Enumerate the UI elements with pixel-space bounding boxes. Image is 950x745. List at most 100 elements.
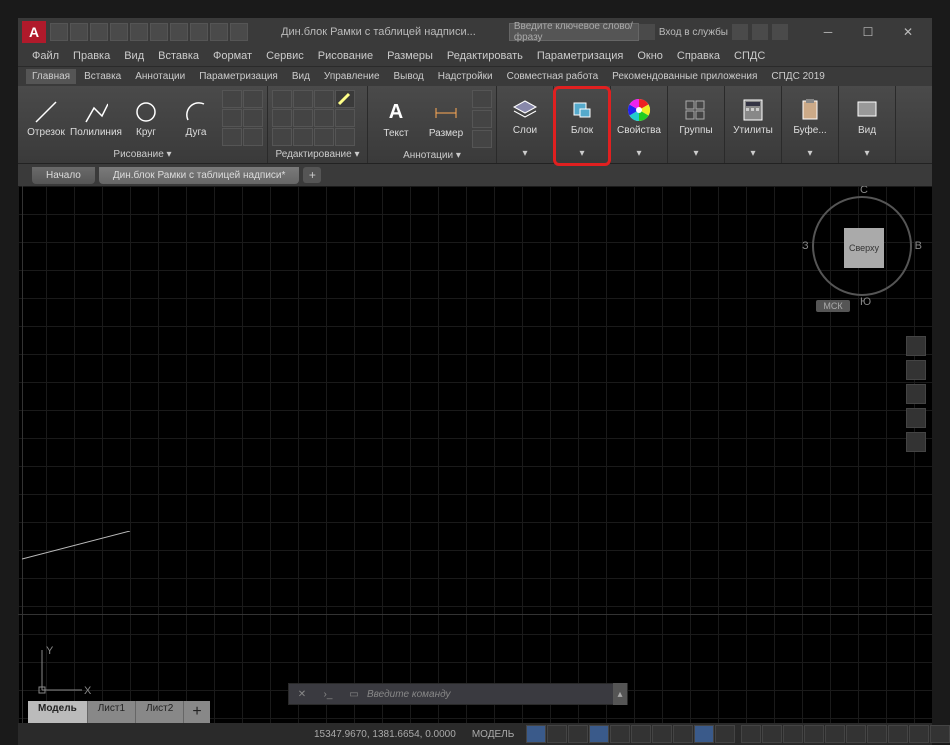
- status-otrack-icon[interactable]: [715, 725, 735, 743]
- edit-explode-icon[interactable]: [335, 109, 355, 127]
- menu-edit[interactable]: Правка: [67, 48, 116, 64]
- qat-plot-icon[interactable]: [130, 23, 148, 41]
- tool-polyline[interactable]: Полилиния: [72, 93, 120, 143]
- user-icon[interactable]: [639, 24, 655, 40]
- tool-line[interactable]: Отрезок: [22, 93, 70, 143]
- command-line[interactable]: ✕ ›_ ▭ Введите команду ▴: [288, 683, 628, 705]
- tool-circle[interactable]: Круг: [122, 93, 170, 143]
- qat-new-icon[interactable]: [50, 23, 68, 41]
- qat-dropdown-icon[interactable]: [230, 23, 248, 41]
- panel-annot-title[interactable]: Аннотации ▾: [370, 150, 494, 161]
- layout-tab-sheet1[interactable]: Лист1: [88, 701, 136, 723]
- status-grid-icon[interactable]: [526, 725, 546, 743]
- tool-clipboard[interactable]: Буфе...: [786, 92, 834, 142]
- ribbon-tab-spds[interactable]: СПДС 2019: [765, 69, 830, 84]
- help-icon[interactable]: [772, 24, 788, 40]
- edit-trim-icon[interactable]: [314, 90, 334, 108]
- status-snap-icon[interactable]: [547, 725, 567, 743]
- exchange-icon[interactable]: [732, 24, 748, 40]
- status-workspace-icon[interactable]: [846, 725, 866, 743]
- status-annovisibility-icon[interactable]: [825, 725, 845, 743]
- nav-zoom-icon[interactable]: [906, 384, 926, 404]
- panel-draw-title[interactable]: Рисование ▾: [20, 148, 265, 161]
- status-dyninput-icon[interactable]: [589, 725, 609, 743]
- status-annomonitor-icon[interactable]: [867, 725, 887, 743]
- nav-wheel-icon[interactable]: [906, 336, 926, 356]
- ribbon-tab-home[interactable]: Главная: [26, 69, 76, 84]
- ribbon-tab-featured[interactable]: Рекомендованные приложения: [606, 69, 763, 84]
- panel-edit-title[interactable]: Редактирование ▾: [270, 148, 365, 161]
- status-transparency-icon[interactable]: [762, 725, 782, 743]
- qat-redo-icon[interactable]: [170, 23, 188, 41]
- menu-help[interactable]: Справка: [671, 48, 726, 64]
- ribbon-tab-manage[interactable]: Управление: [318, 69, 386, 84]
- menu-tools[interactable]: Сервис: [260, 48, 310, 64]
- status-lock-icon[interactable]: [930, 725, 950, 743]
- panel-groups-expand[interactable]: ▾: [670, 145, 722, 161]
- edit-fillet-icon[interactable]: [314, 109, 334, 127]
- menu-dimension[interactable]: Размеры: [381, 48, 439, 64]
- cmd-close-icon[interactable]: ✕: [292, 685, 312, 703]
- doc-tab-current[interactable]: Дин.блок Рамки с таблицей надписи*: [99, 167, 300, 184]
- menu-draw[interactable]: Рисование: [312, 48, 379, 64]
- tool-arc[interactable]: Дуга: [172, 93, 220, 143]
- status-cycle-icon[interactable]: [783, 725, 803, 743]
- edit-rotate-icon[interactable]: [293, 90, 313, 108]
- ribbon-tab-output[interactable]: Вывод: [388, 69, 430, 84]
- ribbon-tab-addins[interactable]: Надстройки: [432, 69, 499, 84]
- menu-window[interactable]: Окно: [631, 48, 669, 64]
- menu-format[interactable]: Формат: [207, 48, 258, 64]
- edit-move-icon[interactable]: [272, 90, 292, 108]
- close-button[interactable]: ✕: [888, 18, 928, 46]
- qat-print-icon[interactable]: [210, 23, 228, 41]
- draw-small-2-icon[interactable]: [243, 90, 263, 108]
- doc-tab-add[interactable]: +: [303, 167, 321, 183]
- annot-leader-icon[interactable]: [472, 110, 492, 128]
- status-lineweight-icon[interactable]: [741, 725, 761, 743]
- panel-layers-expand[interactable]: ▾: [499, 145, 551, 161]
- ribbon-tab-view[interactable]: Вид: [286, 69, 316, 84]
- draw-small-1-icon[interactable]: [222, 90, 242, 108]
- ribbon-tab-annotate[interactable]: Аннотации: [129, 69, 191, 84]
- tool-groups[interactable]: Группы: [672, 92, 720, 142]
- viewcube-west[interactable]: З: [802, 240, 809, 252]
- nav-showmotion-icon[interactable]: [906, 432, 926, 452]
- edit-scale-icon[interactable]: [293, 128, 313, 146]
- edit-stretch-icon[interactable]: [272, 128, 292, 146]
- status-space[interactable]: МОДЕЛЬ: [472, 729, 514, 740]
- viewcube-ring[interactable]: Сверху С Ю В З: [812, 196, 912, 296]
- draw-small-5-icon[interactable]: [222, 128, 242, 146]
- status-ortho-icon[interactable]: [610, 725, 630, 743]
- menu-insert[interactable]: Вставка: [152, 48, 205, 64]
- tool-block[interactable]: Блок: [558, 92, 606, 142]
- cmd-expand-icon[interactable]: ▴: [613, 683, 627, 705]
- app-icon[interactable]: A: [22, 21, 46, 43]
- doc-tab-start[interactable]: Начало: [32, 167, 95, 184]
- qat-saveas-icon[interactable]: [110, 23, 128, 41]
- search-input[interactable]: Введите ключевое слово/фразу: [509, 23, 639, 41]
- status-polar-icon[interactable]: [631, 725, 651, 743]
- status-annoscale-icon[interactable]: [804, 725, 824, 743]
- layout-tab-sheet2[interactable]: Лист2: [136, 701, 184, 723]
- menu-view[interactable]: Вид: [118, 48, 150, 64]
- status-iso-icon[interactable]: [652, 725, 672, 743]
- panel-properties-expand[interactable]: ▾: [613, 145, 665, 161]
- tool-dimension[interactable]: Размер: [422, 94, 470, 144]
- status-units-icon[interactable]: [888, 725, 908, 743]
- edit-offset-icon[interactable]: [335, 128, 355, 146]
- ribbon-tab-insert[interactable]: Вставка: [78, 69, 127, 84]
- annot-cloud-icon[interactable]: [472, 130, 492, 148]
- status-infer-icon[interactable]: [568, 725, 588, 743]
- view-cube[interactable]: Сверху С Ю В З МСК: [812, 196, 912, 306]
- cart-icon[interactable]: [752, 24, 768, 40]
- annot-table-icon[interactable]: [472, 90, 492, 108]
- status-3dosnap-icon[interactable]: [694, 725, 714, 743]
- viewcube-south[interactable]: Ю: [860, 296, 871, 308]
- draw-small-3-icon[interactable]: [222, 109, 242, 127]
- viewcube-east[interactable]: В: [915, 240, 922, 252]
- draw-small-4-icon[interactable]: [243, 109, 263, 127]
- panel-view-expand[interactable]: ▾: [841, 145, 893, 161]
- edit-array-icon[interactable]: [314, 128, 334, 146]
- ribbon-tab-collab[interactable]: Совместная работа: [501, 69, 605, 84]
- edit-erase-icon[interactable]: [335, 90, 355, 108]
